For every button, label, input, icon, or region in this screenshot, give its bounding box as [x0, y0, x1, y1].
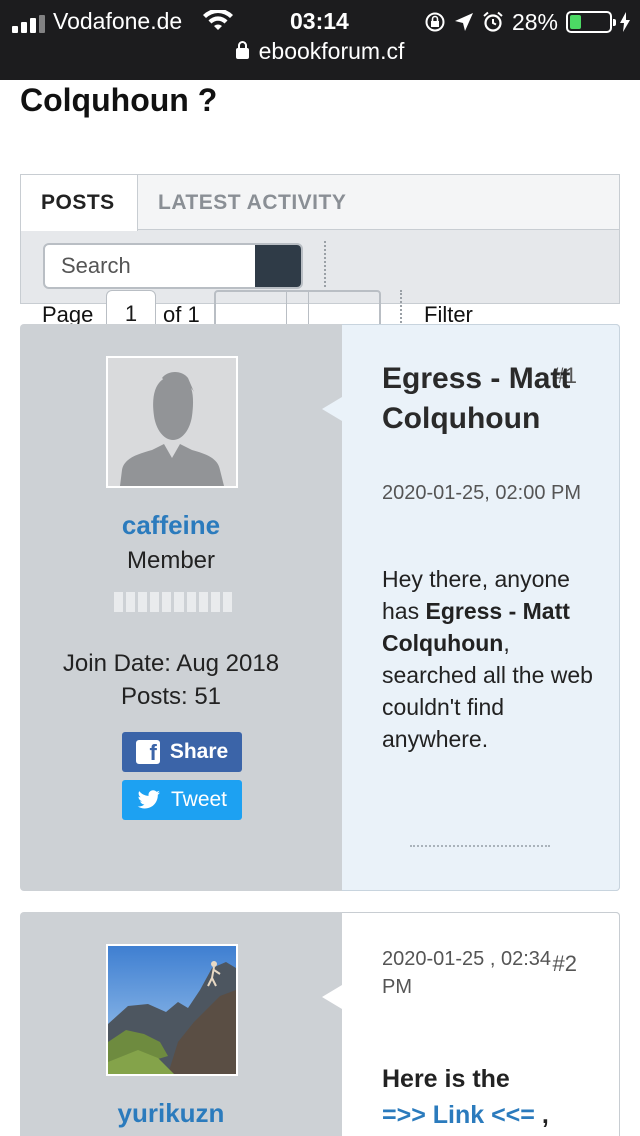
search-input[interactable]	[45, 245, 257, 287]
twitter-tweet-button[interactable]: Tweet	[122, 780, 242, 820]
post-date: 2020-01-25, 02:00 PM	[382, 482, 582, 504]
search-button[interactable]	[255, 245, 301, 287]
tweet-label: Tweet	[170, 788, 228, 811]
rotation-lock-icon	[425, 12, 445, 32]
avatar[interactable]	[106, 356, 238, 488]
post-body: Hey there, anyone has Egress - Matt Colq…	[382, 566, 593, 752]
carrier-name: Vodafone.de	[53, 8, 183, 34]
url-text: ebookforum.cf	[258, 38, 405, 64]
speech-arrow	[322, 397, 342, 421]
battery-icon	[566, 11, 616, 33]
page-title: Colquhoun ?	[20, 82, 218, 118]
charging-icon	[620, 12, 630, 32]
author-name[interactable]: caffeine	[20, 510, 322, 541]
post-item: caffeine Member Join Date: Aug 2018 Post…	[20, 324, 620, 891]
clock: 03:14	[290, 8, 349, 34]
author-name[interactable]: yurikuzn	[20, 1098, 322, 1129]
wifi-icon	[203, 10, 233, 30]
tab-latest-activity[interactable]: LATEST ACTIVITY	[138, 175, 366, 230]
share-label: Share	[169, 740, 229, 763]
avatar-photo	[108, 946, 236, 1074]
battery-percent: 28%	[511, 8, 558, 35]
post-divider	[410, 845, 550, 847]
post-date: 2020-01-25 , 02:34 PM	[382, 948, 552, 998]
post-body: Here is the =>> Link <<= ,	[382, 1065, 549, 1129]
post-item: yurikuzn #2 2020-01-25 , 02:34 PM Here i…	[20, 912, 620, 1136]
join-date: Join Date: Aug 2018	[62, 650, 280, 677]
post-author-panel: yurikuzn	[20, 912, 342, 1136]
post-content: #1 Egress - Matt Colquhoun 2020-01-25, 0…	[322, 324, 620, 891]
post-content: #2 2020-01-25 , 02:34 PM Here is the =>>…	[322, 912, 620, 1136]
location-icon	[454, 13, 473, 31]
signal-icon	[12, 15, 46, 33]
download-link[interactable]: =>> Link <<=	[382, 1101, 535, 1129]
post-title: Egress - Matt Colquhoun	[382, 362, 571, 435]
post-author-panel: caffeine Member Join Date: Aug 2018 Post…	[20, 324, 342, 891]
default-avatar-icon	[108, 358, 236, 486]
avatar[interactable]	[106, 944, 238, 1076]
reputation-bar	[114, 592, 232, 612]
tabs-container: POSTS LATEST ACTIVITY	[20, 174, 620, 304]
toolbar-divider	[324, 241, 326, 287]
author-role: Member	[126, 547, 216, 574]
lock-icon	[235, 41, 249, 59]
status-bar: Vodafone.de 03:14 28% ebookforum.cf	[0, 0, 640, 80]
tab-bar: POSTS LATEST ACTIVITY	[21, 175, 619, 231]
url-bar[interactable]: ebookforum.cf	[0, 38, 640, 65]
facebook-share-button[interactable]: f Share	[122, 732, 242, 772]
search-box	[43, 243, 303, 289]
speech-arrow	[322, 985, 342, 1009]
tab-posts[interactable]: POSTS	[21, 175, 138, 231]
facebook-icon: f	[135, 740, 160, 764]
twitter-icon	[137, 790, 160, 809]
alarm-icon	[483, 11, 503, 32]
posts-count: Posts: 51	[120, 683, 222, 710]
